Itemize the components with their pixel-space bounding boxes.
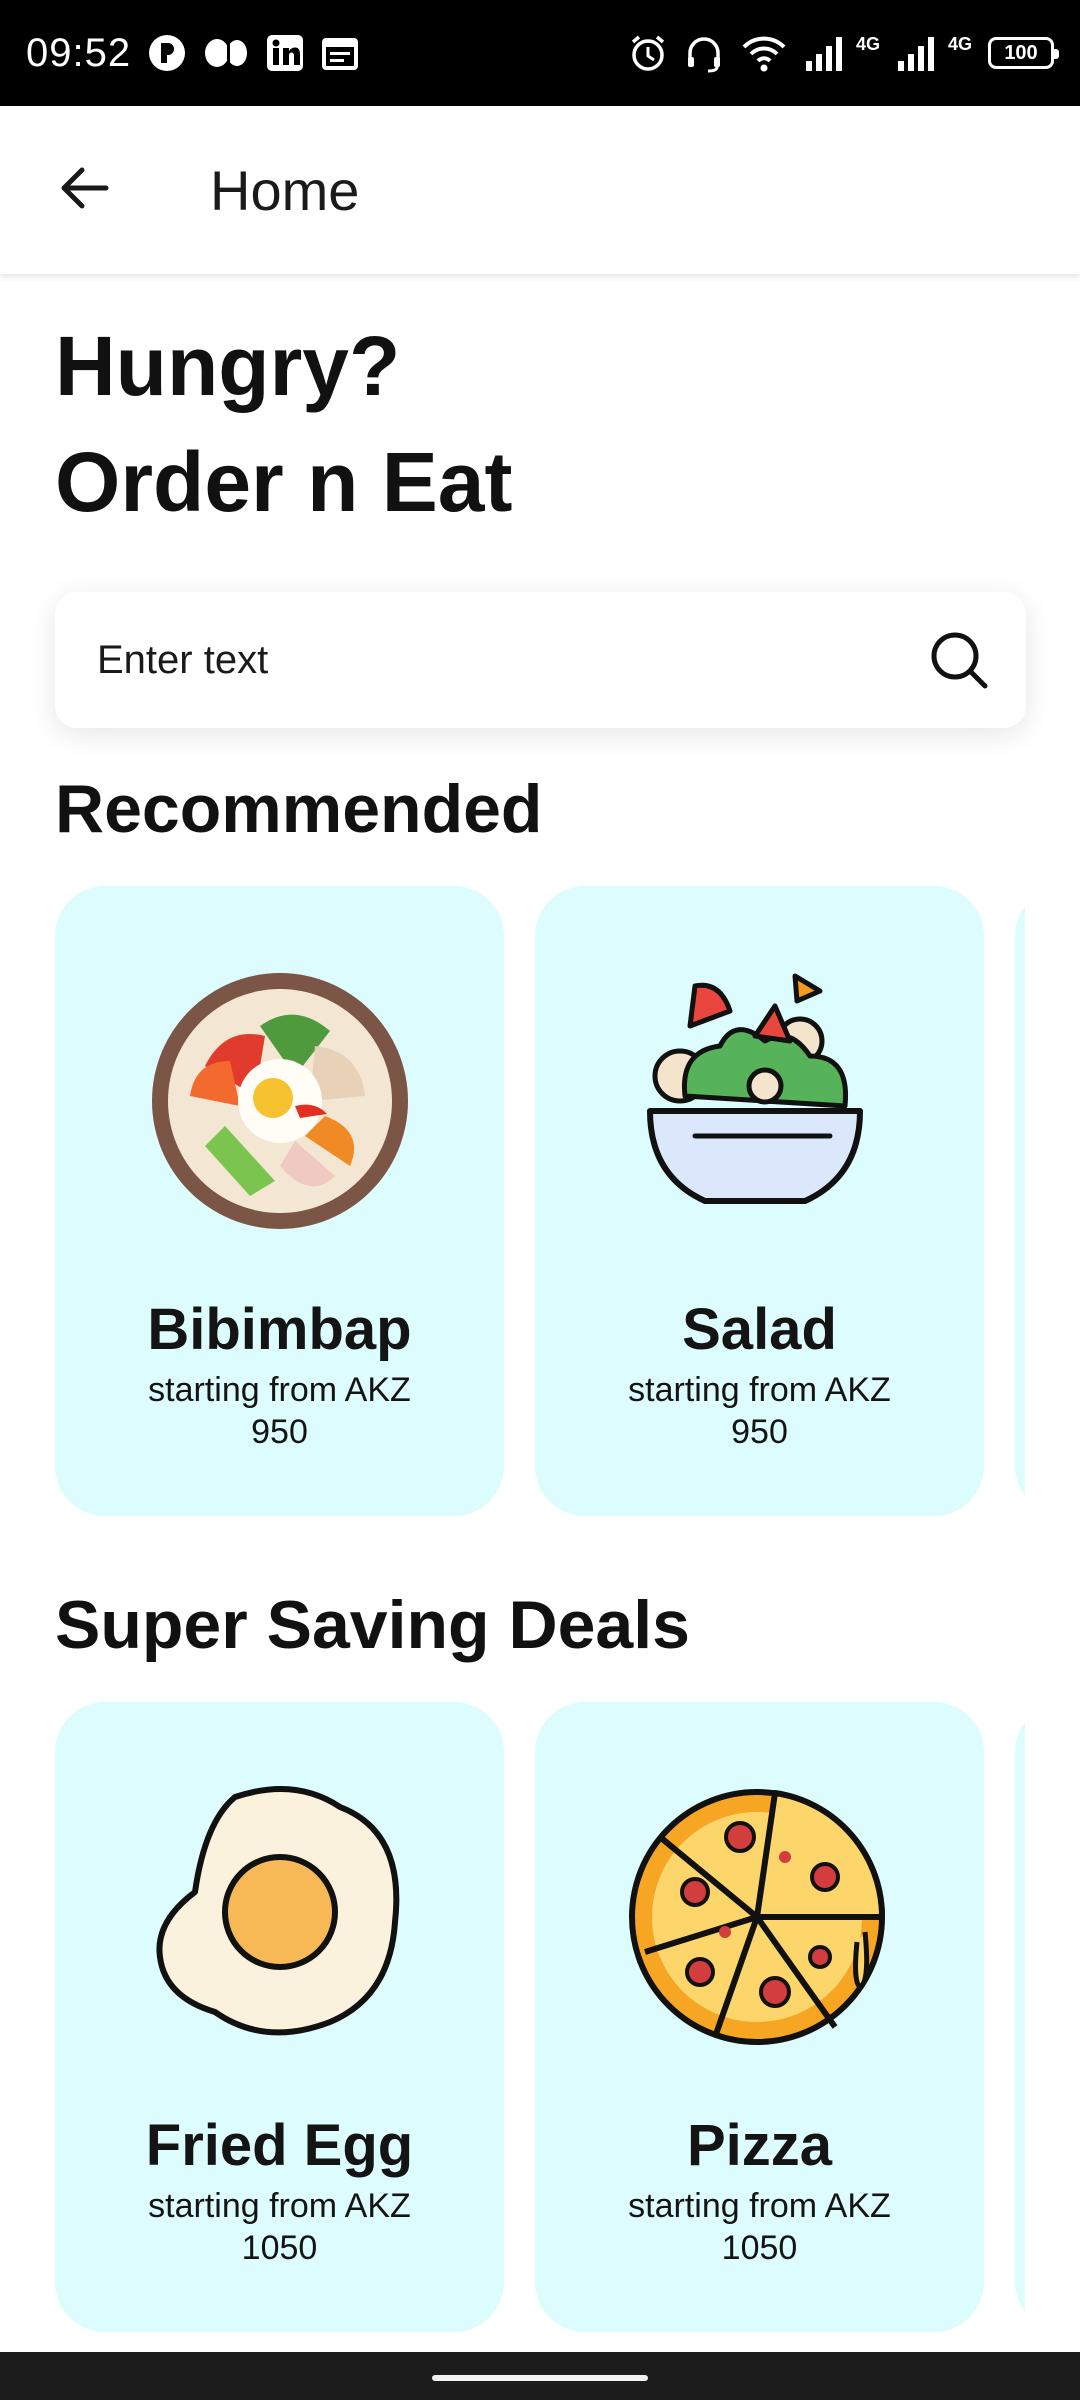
search-input[interactable] <box>97 637 917 683</box>
food-card-partial[interactable] <box>1015 1702 1025 2332</box>
food-card-fried-egg[interactable]: Fried Egg starting from AKZ 1050 <box>55 1702 504 2332</box>
p-app-icon <box>147 33 187 73</box>
navigation-bar <box>0 2352 1080 2400</box>
food-name: Bibimbap <box>147 1297 412 1362</box>
headset-icon <box>684 33 724 73</box>
food-price: starting from AKZ 950 <box>628 1371 891 1451</box>
signal-icon-1 <box>804 33 848 73</box>
status-bar: 09:52 4G 4G 100 <box>0 0 1080 106</box>
food-name: Salad <box>682 1297 837 1362</box>
food-price: starting from AKZ 950 <box>148 1371 411 1451</box>
food-card-salad[interactable]: Salad starting from AKZ 950 <box>535 886 984 1516</box>
recommended-carousel[interactable]: Bibimbap starting from AKZ 950 Salad sta… <box>55 886 1025 1516</box>
signal-icon-2 <box>896 33 940 73</box>
bibimbap-icon <box>145 966 415 1236</box>
food-price: starting from AKZ 1050 <box>628 2187 891 2267</box>
network-type-label-2: 4G <box>947 33 972 54</box>
battery-indicator: 100 <box>988 37 1059 69</box>
hero-line-2: Order n Eat <box>55 435 513 529</box>
pizza-icon <box>625 1782 895 2052</box>
calendar-icon <box>321 35 359 71</box>
home-indicator[interactable] <box>432 2375 648 2381</box>
network-type-label-1: 4G <box>855 33 880 54</box>
hero-line-1: Hungry? <box>55 319 401 413</box>
alarm-icon <box>628 33 668 73</box>
salad-bowl-icon <box>625 966 895 1236</box>
food-price: starting from AKZ 1050 <box>148 2187 411 2267</box>
status-left: 09:52 <box>26 31 359 76</box>
app-bar: Home <box>0 106 1080 274</box>
food-name: Pizza <box>686 2113 833 2178</box>
arrow-left-icon <box>56 160 112 221</box>
linkedin-icon <box>265 33 305 73</box>
status-right: 4G 4G 100 <box>628 33 1059 73</box>
hero-heading: Hungry? Order n Eat <box>55 308 512 540</box>
page-title: Home <box>210 158 360 222</box>
fried-egg-icon <box>145 1782 415 2052</box>
search-icon[interactable] <box>924 625 994 695</box>
food-card-bibimbap[interactable]: Bibimbap starting from AKZ 950 <box>55 886 504 1516</box>
chat-bubbles-icon <box>203 36 249 70</box>
deals-carousel[interactable]: Fried Egg starting from AKZ 1050 Pizza s <box>55 1702 1025 2332</box>
search-bar <box>55 592 1026 728</box>
clock: 09:52 <box>26 30 132 75</box>
food-card-pizza[interactable]: Pizza starting from AKZ 1050 <box>535 1702 984 2332</box>
recommended-title: Recommended <box>55 771 543 847</box>
food-card-partial[interactable] <box>1015 886 1025 1516</box>
food-name: Fried Egg <box>145 2113 414 2178</box>
wifi-icon <box>740 33 788 73</box>
deals-title: Super Saving Deals <box>55 1587 690 1663</box>
back-button[interactable] <box>38 144 130 236</box>
